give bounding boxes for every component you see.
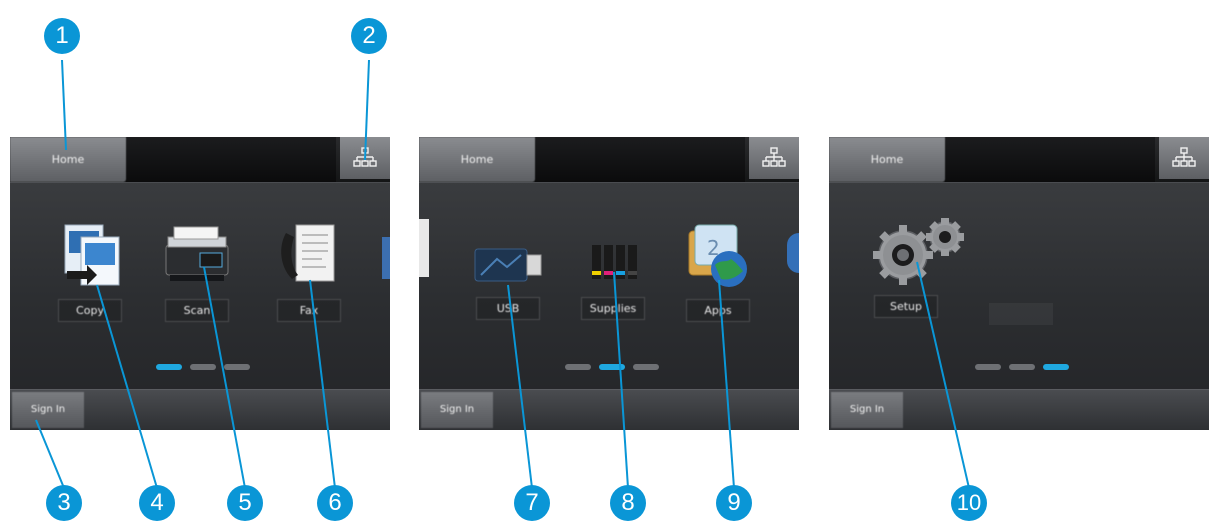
- control-panel-home-page-3: Home Setup Sign In: [829, 137, 1209, 430]
- scan-app[interactable]: Scan: [160, 219, 234, 322]
- callout-7: 7: [514, 485, 550, 521]
- ink-cartridges-icon: [576, 237, 650, 291]
- page-dot-1[interactable]: [156, 364, 182, 370]
- gears-icon: [869, 215, 969, 289]
- callout-9: 9: [716, 485, 752, 521]
- scanner-icon: [160, 219, 234, 293]
- page-dot-1[interactable]: [975, 364, 1001, 370]
- copy-icon: [53, 219, 127, 293]
- status-area: [126, 137, 336, 182]
- page-dot-3[interactable]: [224, 364, 250, 370]
- scan-label: Scan: [165, 299, 229, 322]
- usb-label: USB: [476, 297, 540, 320]
- callout-8: 8: [610, 485, 646, 521]
- fax-icon: [272, 219, 346, 293]
- status-area: [535, 137, 745, 182]
- previous-page-peek-icon: [419, 219, 429, 277]
- callout-2: 2: [351, 18, 387, 54]
- setup-app[interactable]: Setup: [869, 215, 969, 318]
- callout-1: 1: [44, 18, 80, 54]
- callout-3: 3: [46, 485, 82, 521]
- page-indicator: [156, 364, 250, 370]
- network-icon: [1172, 147, 1196, 167]
- home-button[interactable]: Home: [419, 137, 535, 182]
- callout-4: 4: [139, 485, 175, 521]
- usb-app[interactable]: USB: [471, 237, 545, 320]
- empty-app-slot: [989, 303, 1053, 325]
- page-dot-3[interactable]: [633, 364, 659, 370]
- home-button[interactable]: Home: [10, 137, 126, 182]
- leader-line-3: [35, 419, 65, 489]
- usb-drive-icon: [471, 237, 545, 291]
- fax-label: Fax: [277, 299, 341, 322]
- supplies-label: Supplies: [581, 297, 645, 320]
- network-button[interactable]: [1159, 137, 1209, 179]
- network-icon: [353, 147, 377, 167]
- control-panel-home-page-1: Home Copy Scan Fax Sign In: [10, 137, 390, 430]
- apps-label: Apps: [686, 299, 750, 322]
- copy-app[interactable]: Copy: [53, 219, 127, 322]
- setup-label: Setup: [874, 295, 938, 318]
- fax-app[interactable]: Fax: [272, 219, 346, 322]
- callout-10: 10: [951, 485, 987, 521]
- callout-6: 6: [317, 485, 353, 521]
- callout-5: 5: [227, 485, 263, 521]
- network-button[interactable]: [340, 137, 390, 179]
- page-dot-2[interactable]: [599, 364, 625, 370]
- page-indicator: [565, 364, 659, 370]
- apps-app[interactable]: 2 Apps: [681, 219, 755, 322]
- page-dot-2[interactable]: [1009, 364, 1035, 370]
- network-icon: [762, 147, 786, 167]
- sign-in-button[interactable]: Sign In: [421, 392, 493, 428]
- copy-label: Copy: [58, 299, 122, 322]
- page-dot-3[interactable]: [1043, 364, 1069, 370]
- page-dot-1[interactable]: [565, 364, 591, 370]
- control-panel-home-page-2: Home USB Supplies 2 Apps Sign In: [419, 137, 799, 430]
- next-page-peek-icon: [382, 237, 390, 279]
- next-page-peek-icon: [787, 233, 799, 273]
- status-area: [945, 137, 1155, 182]
- home-button[interactable]: Home: [829, 137, 945, 182]
- sign-in-button[interactable]: Sign In: [12, 392, 84, 428]
- page-indicator: [975, 364, 1069, 370]
- apps-globe-icon: 2: [681, 219, 755, 293]
- sign-in-button[interactable]: Sign In: [831, 392, 903, 428]
- page-dot-2[interactable]: [190, 364, 216, 370]
- supplies-app[interactable]: Supplies: [576, 237, 650, 320]
- network-button[interactable]: [749, 137, 799, 179]
